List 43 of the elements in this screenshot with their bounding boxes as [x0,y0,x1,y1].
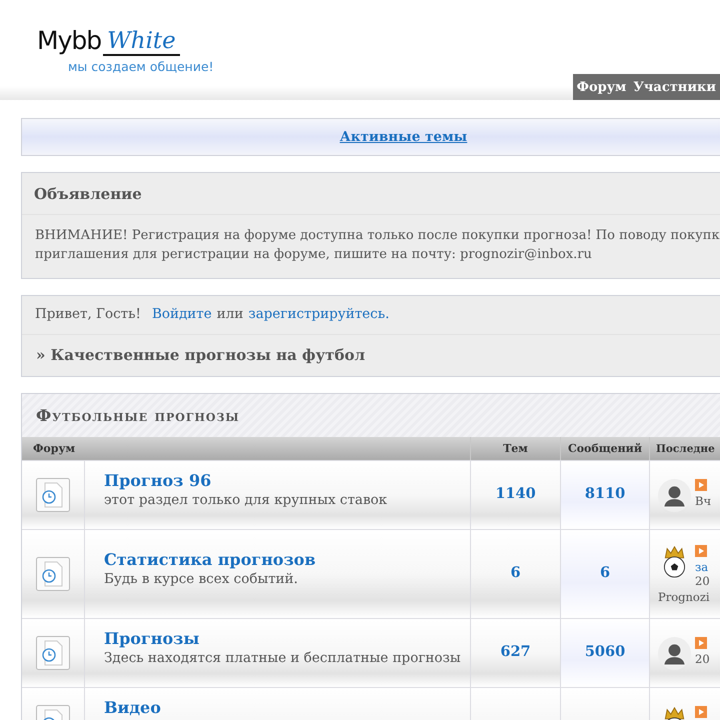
nav-link[interactable]: Форум [576,80,626,94]
forum-clock-icon [36,478,70,512]
active-topics-link[interactable]: Активные темы [340,129,468,145]
logo-script-text: White [103,28,180,56]
announcement-text: приглашения для регистрации на форуме, пишите на почту: prognozir@inbox.ru [35,246,593,264]
user-silhouette-avatar [658,478,691,512]
announcement-text: ВНИМАНИЕ! Регистрация на форуме доступна только после покупки прогноза! По поводу покупк [35,227,720,245]
announcement-title: Объявление [22,173,720,215]
last-post-link[interactable]: за [695,560,708,574]
last-post-text: 20 [695,652,710,666]
topics-count: 1140 [495,484,536,502]
last-post-author: Prognozi [658,590,710,604]
last-post-text: 20 [695,574,710,588]
category-title: Футбольные прогнозы [22,394,720,437]
logo-text: Mybb [37,26,102,56]
go-to-post-icon[interactable] [695,636,707,648]
forum-clock-icon [36,557,70,591]
forum-title-link[interactable]: Прогнозы [104,629,200,649]
forum-clock-icon [36,636,70,670]
logo-tagline: мы создаем общение! [68,59,214,74]
register-link[interactable]: зарегистрируйтесь. [248,306,390,322]
nav-link[interactable]: Участники [633,80,716,94]
breadcrumb: » Качественные прогнозы на футбол [35,345,366,366]
forum-title-link[interactable]: Прогноз 96 [104,471,212,491]
greeting-text: Привет, Гость! [35,306,141,322]
topics-count: 627 [500,642,531,660]
forum-description: Будь в курсе всех событий. [104,570,298,588]
user-silhouette-avatar [658,636,691,670]
topics-count: 6 [510,564,521,580]
go-to-post-icon[interactable] [695,706,707,718]
or-text: или [216,306,244,322]
forum-title-link[interactable]: Статистика прогнозов [104,550,316,570]
forum-description: этот раздел только для крупных ставок [104,491,388,509]
posts-count: 5060 [584,642,626,660]
go-to-post-icon[interactable] [695,478,707,490]
posts-count: 6 [600,564,610,580]
login-link[interactable]: Войдите [152,306,212,322]
last-post-text: Вч [695,494,712,508]
forum-title-link[interactable]: Видео [104,698,161,718]
go-to-post-icon[interactable] [695,544,707,556]
posts-count: 8110 [584,484,626,502]
forum-description: Здесь находятся платные и бесплатные прогнозы [104,649,461,667]
column-header: Форум [32,441,76,457]
